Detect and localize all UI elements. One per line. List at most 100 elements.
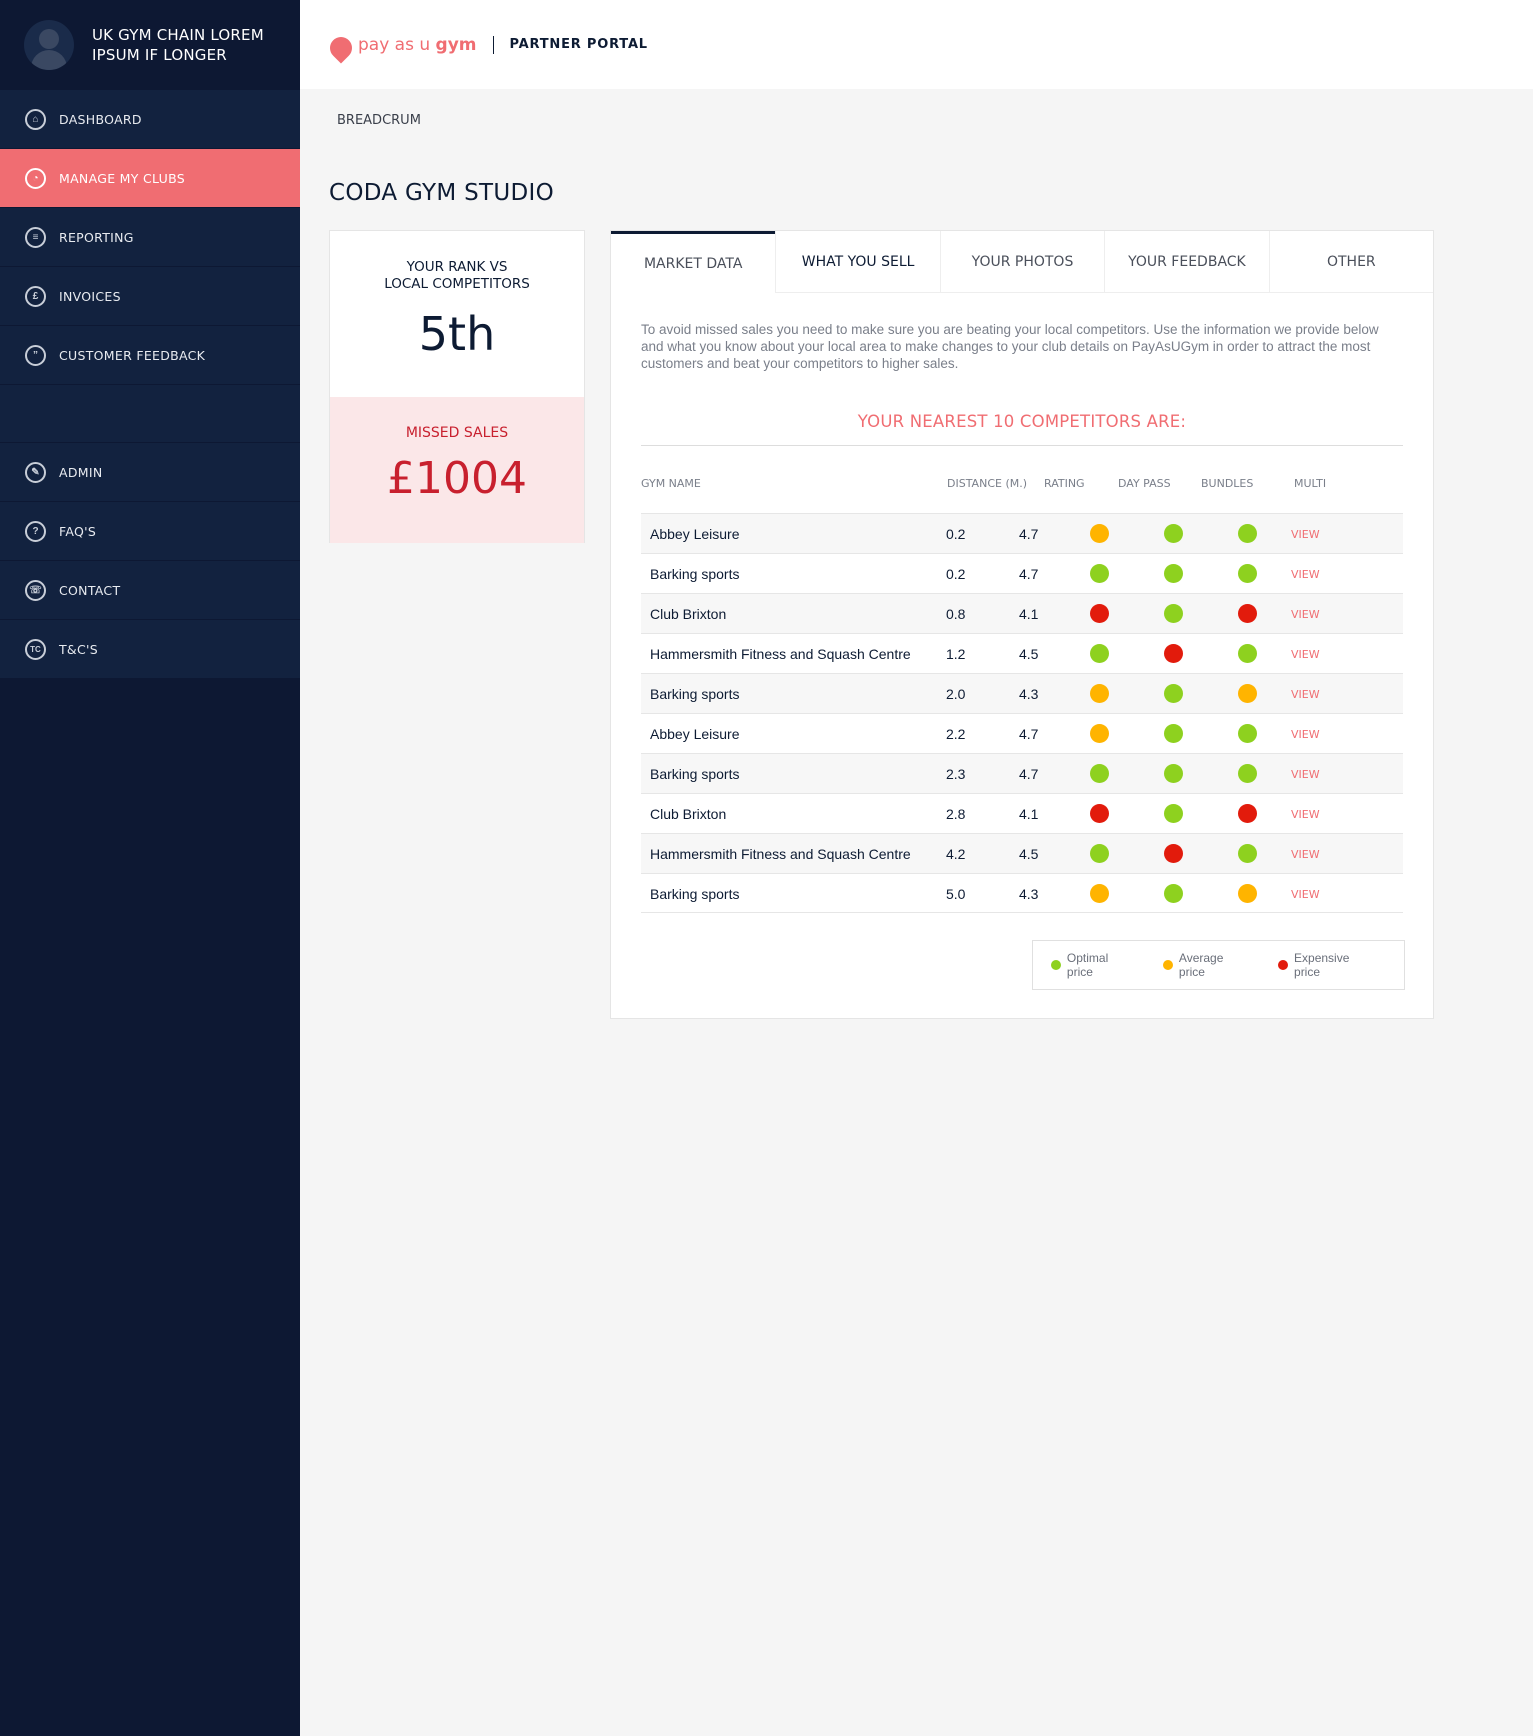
sidebar-item-contact[interactable]: ☏ CONTACT bbox=[0, 560, 300, 619]
competitors-heading: YOUR NEAREST 10 COMPETITORS ARE: bbox=[857, 412, 1187, 431]
tab-your-feedback[interactable]: YOUR FEEDBACK bbox=[1104, 231, 1269, 293]
sidebar-item-customer-feedback[interactable]: ” CUSTOMER FEEDBACK bbox=[0, 325, 300, 384]
sidebar-item-label: T&C'S bbox=[59, 641, 98, 657]
rating-value: 4.7 bbox=[1019, 766, 1039, 782]
sidebar-item-reporting[interactable]: ≡ REPORTING bbox=[0, 207, 300, 266]
table-row: Hammersmith Fitness and Squash Centre 1.2… bbox=[641, 633, 1403, 673]
gym-name: Barking sports bbox=[650, 886, 740, 902]
day-pass-status-dot-icon bbox=[1090, 524, 1109, 543]
view-link[interactable]: VIEW bbox=[1291, 648, 1320, 661]
sidebar-item-dashboard[interactable]: ⌂ DASHBOARD bbox=[0, 89, 300, 148]
bundles-status-dot-icon bbox=[1164, 644, 1183, 663]
top-bar: pay as u gym PARTNER PORTAL bbox=[300, 0, 1533, 89]
view-link[interactable]: VIEW bbox=[1291, 528, 1320, 541]
view-link[interactable]: VIEW bbox=[1291, 808, 1320, 821]
bundles-status-dot-icon bbox=[1164, 564, 1183, 583]
table-row: Barking sports 5.0 4.3 VIEW bbox=[641, 873, 1403, 913]
multi-status-dot-icon bbox=[1238, 724, 1257, 743]
view-link[interactable]: VIEW bbox=[1291, 728, 1320, 741]
multi-status-dot-icon bbox=[1238, 644, 1257, 663]
rating-value: 4.7 bbox=[1019, 566, 1039, 582]
gym-name: Club Brixton bbox=[650, 806, 727, 822]
multi-status-dot-icon bbox=[1238, 684, 1257, 703]
multi-status-dot-icon bbox=[1238, 564, 1257, 583]
table-header: GYM NAME DISTANCE (M.) RATING DAY PASS B… bbox=[611, 446, 1433, 513]
price-legend: Optimal price Average price Expensive pr… bbox=[1032, 940, 1405, 990]
table-row: Barking sports 2.3 4.7 VIEW bbox=[641, 753, 1403, 793]
intro-text: To avoid missed sales you need to make s… bbox=[641, 322, 1379, 371]
portal-title: PARTNER PORTAL bbox=[509, 37, 648, 52]
missed-sales-value: £1004 bbox=[387, 453, 527, 504]
optimal-dot-icon bbox=[1051, 960, 1061, 970]
sidebar-item-label: CONTACT bbox=[59, 582, 121, 598]
tab-what-you-sell[interactable]: WHAT YOU SELL bbox=[775, 231, 940, 293]
multi-status-dot-icon bbox=[1238, 764, 1257, 783]
view-link[interactable]: VIEW bbox=[1291, 848, 1320, 861]
multi-status-dot-icon bbox=[1238, 804, 1257, 823]
legend-average: Average price bbox=[1162, 951, 1252, 979]
distance-value: 5.0 bbox=[946, 886, 966, 902]
legend-average-label: Average price bbox=[1178, 951, 1224, 979]
col-header-distance: DISTANCE (M.) bbox=[947, 477, 1028, 490]
tab-bar: MARKET DATA WHAT YOU SELL YOUR PHOTOS YO… bbox=[611, 231, 1434, 293]
col-header-name: GYM NAME bbox=[641, 477, 701, 490]
breadcrumb[interactable]: BREADCRUM bbox=[337, 113, 421, 128]
table-row: Barking sports 2.0 4.3 VIEW bbox=[641, 673, 1403, 713]
phone-icon: ☏ bbox=[25, 579, 46, 601]
logo-pin-icon bbox=[325, 31, 357, 64]
logo-text-pay: pay as u bbox=[358, 34, 436, 55]
question-icon: ? bbox=[25, 520, 46, 542]
rank-label: YOUR RANK VS LOCAL COMPETITORS bbox=[330, 259, 584, 293]
missed-sales-box: MISSED SALES £1004 bbox=[330, 397, 584, 543]
sidebar-item-label: REPORTING bbox=[59, 229, 134, 245]
missed-sales-label: MISSED SALES bbox=[405, 425, 509, 441]
rank-label-line2: LOCAL COMPETITORS bbox=[384, 276, 530, 292]
multi-status-dot-icon bbox=[1238, 884, 1257, 903]
table-row: Abbey Leisure 0.2 4.7 VIEW bbox=[641, 513, 1403, 553]
view-link[interactable]: VIEW bbox=[1291, 568, 1320, 581]
rating-value: 4.5 bbox=[1019, 646, 1039, 662]
sidebar-item-label: CUSTOMER FEEDBACK bbox=[59, 347, 206, 363]
brand-logo[interactable]: pay as u gym bbox=[358, 35, 477, 55]
tab-other[interactable]: OTHER bbox=[1268, 231, 1434, 293]
avatar[interactable] bbox=[24, 19, 74, 70]
bundles-status-dot-icon bbox=[1164, 604, 1183, 623]
bundles-status-dot-icon bbox=[1164, 524, 1183, 543]
view-link[interactable]: VIEW bbox=[1291, 688, 1320, 701]
distance-value: 2.3 bbox=[946, 766, 966, 782]
view-link[interactable]: VIEW bbox=[1291, 768, 1320, 781]
account-name: UK GYM CHAIN LOREM IPSUM IF LONGER bbox=[92, 25, 264, 64]
view-link[interactable]: VIEW bbox=[1291, 888, 1320, 901]
gym-name: Hammersmith Fitness and Squash Centre bbox=[650, 846, 911, 862]
distance-value: 2.8 bbox=[946, 806, 966, 822]
day-pass-status-dot-icon bbox=[1090, 844, 1109, 863]
sidebar-item-t-c-s[interactable]: TC T&C'S bbox=[0, 619, 300, 678]
view-link[interactable]: VIEW bbox=[1291, 608, 1320, 621]
bundles-status-dot-icon bbox=[1164, 844, 1183, 863]
sidebar-item-faq-s[interactable]: ? FAQ'S bbox=[0, 501, 300, 560]
gauge-icon: ◔ bbox=[25, 167, 46, 189]
distance-value: 2.0 bbox=[946, 686, 966, 702]
bundles-status-dot-icon bbox=[1164, 724, 1183, 743]
gym-name: Barking sports bbox=[650, 686, 740, 702]
home-icon: ⌂ bbox=[25, 108, 46, 130]
col-header-day-pass: DAY PASS bbox=[1118, 477, 1171, 490]
sidebar-item-manage-my-clubs[interactable]: ◔ MANAGE MY CLUBS bbox=[0, 148, 300, 207]
table-row: Hammersmith Fitness and Squash Centre 4.2… bbox=[641, 833, 1403, 873]
day-pass-status-dot-icon bbox=[1090, 644, 1109, 663]
rating-value: 4.5 bbox=[1019, 846, 1039, 862]
expensive-dot-icon bbox=[1278, 960, 1289, 970]
competitor-table: Abbey Leisure 0.2 4.7 VIEW Barking sports 0.2… bbox=[641, 513, 1403, 913]
gym-name: Abbey Leisure bbox=[650, 726, 740, 742]
logo-text-gym: gym bbox=[435, 34, 477, 55]
tab-your-photos[interactable]: YOUR PHOTOS bbox=[939, 231, 1105, 293]
table-row: Barking sports 0.2 4.7 VIEW bbox=[641, 553, 1403, 593]
rank-card: YOUR RANK VS LOCAL COMPETITORS 5th MISSE… bbox=[329, 230, 585, 543]
sidebar-item-invoices[interactable]: £ INVOICES bbox=[0, 266, 300, 325]
rating-value: 4.1 bbox=[1019, 806, 1039, 822]
tab-market-data[interactable]: MARKET DATA bbox=[611, 231, 776, 293]
table-row: Club Brixton 0.8 4.1 VIEW bbox=[641, 593, 1403, 633]
distance-value: 0.2 bbox=[946, 526, 966, 542]
sidebar-item-admin[interactable]: ✎ ADMIN bbox=[0, 442, 300, 501]
col-header-rating: RATING bbox=[1044, 477, 1085, 490]
